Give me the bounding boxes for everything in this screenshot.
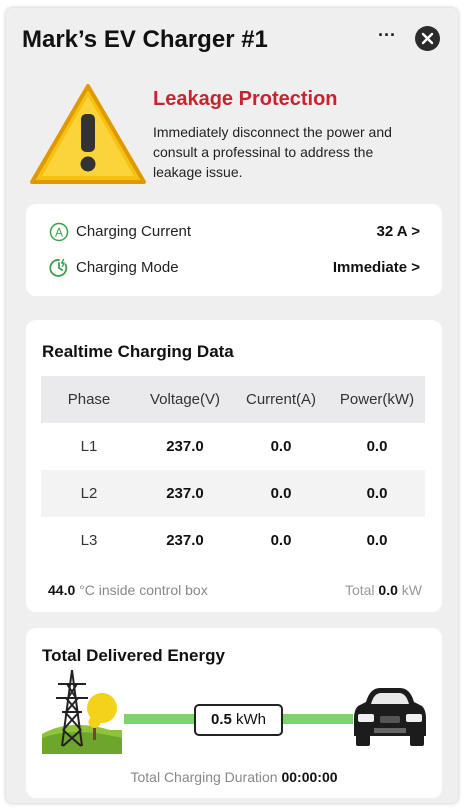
charging-current-value[interactable]: 32 A >	[377, 223, 421, 240]
phase-cell: L1	[80, 438, 98, 455]
realtime-title: Realtime Charging Data	[42, 342, 234, 361]
car-icon	[354, 688, 426, 746]
column-header: Current(A)	[245, 391, 316, 408]
warning-triangle-icon	[28, 82, 148, 188]
alert-message: Immediately disconnect the power and con…	[153, 124, 392, 180]
current-cell: 0.0	[270, 532, 292, 549]
charging-mode-label: Charging Mode	[76, 259, 179, 276]
realtime-data-card: Realtime Charging Data Phase Voltage(V) …	[26, 320, 442, 612]
charging-current-row[interactable]: A Charging Current 32 A >	[26, 216, 442, 246]
current-cell: 0.0	[270, 485, 292, 502]
total-power-unit: kW	[401, 582, 422, 598]
control-box-temperature: 44.0 °C inside control box	[48, 582, 208, 598]
power-cell: 0.0	[366, 438, 388, 455]
voltage-cell: 237.0	[166, 485, 204, 502]
energy-flow-bar-right	[283, 714, 353, 724]
charging-mode-row[interactable]: Charging Mode Immediate >	[26, 252, 442, 282]
energy-flow-bar-left	[124, 714, 194, 724]
charger-panel: Mark’s EV Charger #1 ··· Leakage Protect…	[6, 8, 458, 803]
energy-unit: kWh	[236, 711, 267, 728]
page-title: Mark’s EV Charger #1	[22, 26, 268, 53]
temperature-label: °C inside control box	[79, 582, 208, 598]
table-header: Phase Voltage(V) Current(A) Power(kW)	[41, 376, 425, 423]
current-a-icon: A	[49, 222, 69, 242]
column-header: Phase	[67, 391, 111, 408]
svg-text:A: A	[55, 226, 63, 240]
charging-current-label: Charging Current	[76, 223, 192, 240]
total-power-value: 0.0	[378, 582, 398, 598]
table-row: L3 237.0 0.0 0.0	[41, 517, 425, 564]
power-cell: 0.0	[366, 485, 388, 502]
temperature-value: 44.0	[48, 582, 76, 598]
voltage-cell: 237.0	[166, 438, 204, 455]
duration-value: 00:00:00	[281, 769, 338, 785]
alert-title: Leakage Protection	[153, 88, 338, 110]
phase-cell: L2	[80, 485, 98, 502]
settings-card: A Charging Current 32 A > Charging Mode …	[26, 204, 442, 296]
current-cell: 0.0	[270, 438, 292, 455]
energy-flow: 0.5 kWh	[26, 668, 442, 758]
power-grid-icon	[42, 669, 122, 754]
table-row: L1 237.0 0.0 0.0	[41, 423, 425, 470]
power-cell: 0.0	[366, 532, 388, 549]
duration-label: Total Charging Duration	[130, 769, 278, 785]
realtime-table: Phase Voltage(V) Current(A) Power(kW) L1…	[41, 376, 425, 564]
phase-cell: L3	[80, 532, 98, 549]
energy-value-box: 0.5 kWh	[194, 704, 283, 736]
more-options-button[interactable]: ···	[374, 24, 400, 50]
column-header: Voltage(V)	[149, 391, 221, 408]
column-header: Power(kW)	[339, 391, 415, 408]
table-row: L2 237.0 0.0 0.0	[41, 470, 425, 517]
total-label: Total	[344, 582, 375, 598]
charging-mode-icon	[49, 258, 68, 277]
close-button[interactable]	[415, 26, 440, 51]
voltage-cell: 237.0	[166, 532, 204, 549]
charging-duration: Total Charging Duration 00:00:00	[26, 769, 442, 785]
close-icon	[421, 32, 434, 45]
energy-value: 0.5	[210, 711, 232, 728]
energy-title: Total Delivered Energy	[42, 646, 225, 665]
total-power: Total 0.0 kW	[345, 582, 422, 598]
energy-card: Total Delivered Energy 0.5 kWh Total Cha…	[26, 628, 442, 798]
charging-mode-value[interactable]: Immediate >	[333, 259, 420, 276]
